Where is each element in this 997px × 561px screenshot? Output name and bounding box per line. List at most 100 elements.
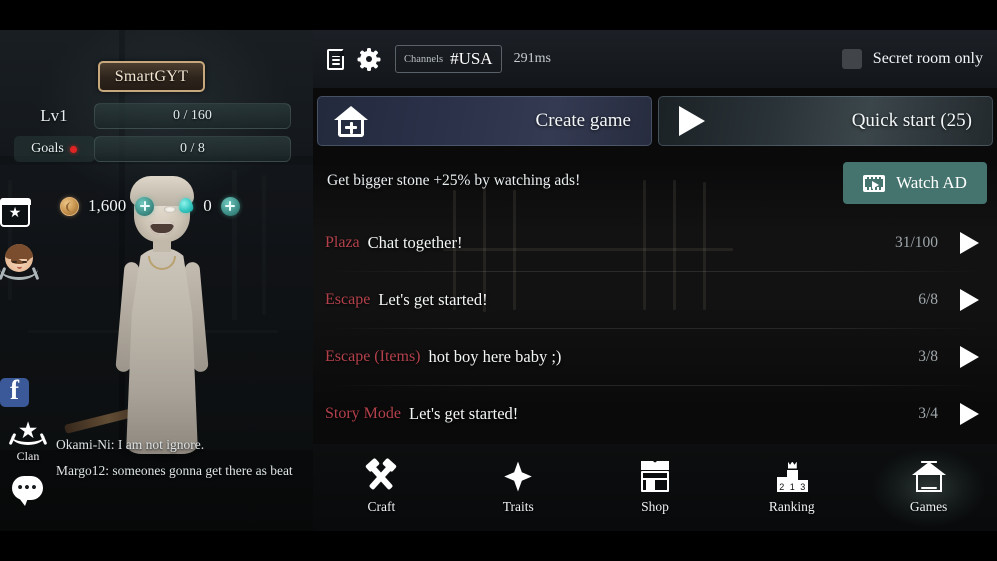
podium-third: 3: [797, 479, 808, 492]
room-list-item[interactable]: Escape (Items) hot boy here baby ;) 3/8: [313, 328, 997, 385]
ellipsis-glyph: •••: [17, 478, 38, 497]
secret-room-checkbox[interactable]: [841, 49, 862, 69]
room-player-count: 3/8: [918, 347, 938, 365]
house-roof: [334, 105, 368, 120]
gear-tooth: [366, 47, 371, 71]
gear-tooth: [357, 57, 380, 61]
gear-icon: [357, 47, 380, 71]
channel-selector[interactable]: Channels #USA: [395, 45, 502, 73]
background-bar: [232, 170, 237, 320]
goals-label: Goals: [14, 141, 94, 157]
goals-row[interactable]: Goals 0 / 8: [14, 136, 291, 162]
lobby-topbar: Channels #USA 291ms Secret room only: [313, 30, 997, 88]
lobby-panel: Channels #USA 291ms Secret room only Cre…: [313, 30, 997, 531]
coin-icon: [60, 196, 79, 216]
join-room-icon[interactable]: [960, 288, 979, 311]
star-icon: [501, 461, 535, 493]
store-body: [640, 470, 669, 492]
add-coins-button[interactable]: [135, 196, 155, 216]
plus-glyph: [345, 121, 357, 134]
bottom-navigation: Craft Traits Shop 2 1 3 Ranking Games: [313, 444, 997, 531]
currency-row: 1,600 0: [60, 196, 240, 216]
hammers-icon: [364, 457, 398, 493]
background-bar: [262, 175, 266, 315]
chat-messages[interactable]: Okami-Ni: I am not ignore. Margo12: some…: [56, 436, 306, 488]
daily-calendar-button[interactable]: ★: [0, 197, 31, 227]
create-game-button[interactable]: Create game: [317, 96, 652, 146]
store-icon: [638, 460, 672, 493]
quick-start-button[interactable]: Quick start (25): [658, 96, 993, 146]
level-label: Lv1: [40, 106, 68, 125]
nav-label-traits: Traits: [502, 498, 534, 514]
join-room-icon[interactable]: [960, 345, 979, 368]
nav-item-games[interactable]: Games: [860, 444, 997, 531]
character-art: [64, 176, 218, 464]
room-list-item[interactable]: Story Mode Let's get started! 3/4: [313, 385, 997, 442]
profile-panel: SmartGYT Lv1 0 / 160 Goals 0 / 8 1,600 0…: [0, 30, 313, 531]
channel-value: #USA: [450, 49, 493, 68]
room-list-item[interactable]: Escape Let's get started! 6/8: [313, 271, 997, 328]
room-title: Let's get started!: [409, 403, 519, 423]
level-row: Lv1 0 / 160: [14, 102, 291, 130]
add-gems-button[interactable]: [220, 196, 240, 216]
film-icon: [863, 174, 886, 192]
nav-label-games: Games: [909, 498, 948, 514]
secret-room-label: Secret room only: [872, 50, 983, 67]
room-category: Story Mode: [325, 404, 401, 422]
store-awning: [640, 460, 669, 470]
nav-item-shop[interactable]: Shop: [587, 444, 724, 531]
watch-ad-label: Watch AD: [896, 173, 967, 192]
username-text: SmartGYT: [114, 67, 189, 85]
laurel-icon: [11, 426, 45, 445]
chat-button[interactable]: •••: [12, 476, 43, 506]
nav-item-traits[interactable]: Traits: [450, 444, 587, 531]
room-category: Plaza: [325, 233, 360, 251]
quick-start-label: Quick start (25): [851, 110, 972, 131]
star-glyph: ★: [8, 205, 22, 221]
play-icon: [679, 106, 705, 136]
channel-label: Channels: [404, 53, 444, 65]
watch-ad-button[interactable]: Watch AD: [843, 162, 987, 204]
room-list: Plaza Chat together! 31/100 Escape Let's…: [313, 214, 997, 442]
room-player-count: 31/100: [894, 233, 938, 251]
goals-alert-dot: [69, 145, 77, 153]
facebook-button[interactable]: [0, 375, 29, 407]
ad-text: Get bigger stone +25% by watching ads!: [327, 172, 581, 189]
chat-message: Okami-Ni: I am not ignore.: [56, 437, 205, 452]
join-room-icon[interactable]: [960, 402, 979, 425]
avatar-hair: [5, 244, 33, 259]
ad-banner: Get bigger stone +25% by watching ads! W…: [313, 158, 997, 210]
primary-actions: Create game Quick start (25): [317, 96, 993, 146]
stage: SmartGYT Lv1 0 / 160 Goals 0 / 8 1,600 0…: [0, 30, 997, 531]
house-line: [920, 486, 937, 489]
settings-button[interactable]: [357, 47, 380, 71]
room-category: Escape: [325, 290, 371, 308]
crown-glyph: [787, 461, 797, 469]
nav-label-ranking: Ranking: [768, 498, 815, 514]
nav-item-ranking[interactable]: 2 1 3 Ranking: [723, 444, 860, 531]
game-screen: SmartGYT Lv1 0 / 160 Goals 0 / 8 1,600 0…: [0, 0, 997, 561]
letterbox-top: [0, 0, 997, 30]
ping-value: 291ms: [513, 51, 551, 66]
room-player-count: 6/8: [918, 290, 938, 308]
join-room-icon[interactable]: [960, 231, 979, 254]
avatar: [0, 242, 38, 280]
nav-label-shop: Shop: [641, 498, 669, 514]
username-badge[interactable]: SmartGYT: [98, 61, 205, 92]
gem-icon: [178, 197, 194, 215]
chat-bubble-icon: •••: [12, 476, 43, 506]
gem-amount: 0: [203, 196, 212, 215]
document-lines: [332, 55, 340, 68]
room-list-item[interactable]: Plaza Chat together! 31/100: [313, 214, 997, 271]
nav-item-craft[interactable]: Craft: [313, 444, 450, 531]
room-player-count: 3/4: [918, 404, 938, 422]
secret-room-toggle[interactable]: Secret room only: [841, 49, 983, 69]
chat-message: Margo12: someones gonna get there as bea…: [56, 463, 293, 478]
level-progress-bar: 0 / 160: [94, 103, 291, 129]
notes-button[interactable]: [327, 48, 344, 70]
house-icon: [911, 460, 946, 493]
clan-label: Clan: [16, 449, 40, 463]
house-body: [915, 473, 942, 492]
room-title: hot boy here baby ;): [428, 346, 562, 366]
goals-progress-bar: 0 / 8: [94, 136, 291, 162]
